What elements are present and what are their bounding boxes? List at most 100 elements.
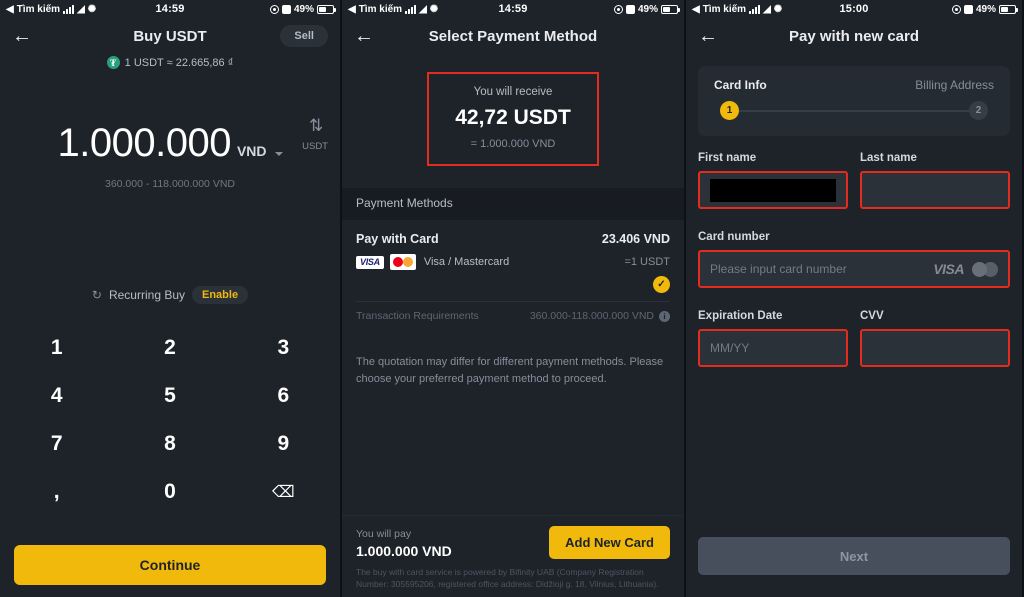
first-name-input[interactable] bbox=[698, 171, 848, 209]
method-unit-price: =1 USDT bbox=[624, 256, 670, 268]
signal-bars-icon bbox=[405, 4, 417, 14]
payment-method-card[interactable]: Pay with Card 23.406 VND VISA Visa / Mas… bbox=[342, 220, 684, 338]
back-button[interactable]: ← bbox=[354, 26, 378, 46]
visa-icon: VISA bbox=[933, 261, 964, 277]
chevron-down-icon[interactable] bbox=[274, 152, 283, 156]
last-name-field-group: Last name bbox=[860, 152, 1010, 209]
battery-percent: 49% bbox=[294, 3, 315, 15]
panel-pay-with-new-card: ◀ Tìm kiếm ◢ ✺ 15:00 49% ← Pay with new … bbox=[686, 0, 1022, 597]
key-1[interactable]: 1 bbox=[0, 324, 113, 372]
receive-annotation-wrap: You will receive 42,72 USDT = 1.000.000 … bbox=[342, 72, 684, 166]
sell-button[interactable]: Sell bbox=[280, 25, 328, 47]
keypad-row: 4 5 6 bbox=[0, 372, 340, 420]
amount-block: ⇅ USDT 1.000.000 VND 360.000 - 118.000.0… bbox=[0, 117, 340, 190]
amount-currency: VND bbox=[236, 143, 267, 159]
navbar-new-card: ← Pay with new card bbox=[686, 18, 1022, 54]
step-labels: Card Info Billing Address bbox=[714, 78, 994, 92]
step-track: 1 2 bbox=[714, 101, 994, 120]
method-name: Pay with Card bbox=[356, 232, 439, 246]
card-number-input[interactable]: Please input card number VISA bbox=[698, 250, 1010, 288]
key-8[interactable]: 8 bbox=[113, 420, 226, 468]
key-3[interactable]: 3 bbox=[227, 324, 340, 372]
payment-methods-header: Payment Methods bbox=[342, 188, 684, 220]
sync-icon: ✺ bbox=[429, 3, 439, 15]
recurring-buy-row: ↻ Recurring Buy Enable bbox=[0, 286, 340, 304]
status-bar-left: ◀ Tìm kiếm ◢ ✺ bbox=[6, 4, 155, 15]
alarm-icon bbox=[282, 4, 291, 14]
amount-value: 1.000.000 bbox=[57, 121, 231, 165]
first-name-label: First name bbox=[698, 152, 757, 164]
numeric-keypad: 1 2 3 4 5 6 7 8 9 , 0 ⌫ bbox=[0, 324, 340, 516]
card-brand-icons: VISA bbox=[933, 261, 998, 277]
key-4[interactable]: 4 bbox=[0, 372, 113, 420]
status-bar: ◀ Tìm kiếm ◢ ✺ 14:59 49% bbox=[0, 0, 340, 18]
navbar-payment: ← Select Payment Method bbox=[342, 18, 684, 54]
status-bar-left: ◀ Tìm kiếm ◢ ✺ bbox=[348, 4, 498, 15]
method-mid-row: VISA Visa / Mastercard =1 USDT bbox=[356, 254, 670, 270]
signal-bars-icon bbox=[63, 4, 75, 14]
amount-range-hint: 360.000 - 118.000.000 VND bbox=[105, 178, 235, 190]
expiration-field-group: Expiration Date MM/YY bbox=[698, 310, 848, 367]
you-will-receive-box: You will receive 42,72 USDT = 1.000.000 … bbox=[427, 72, 599, 166]
clock: 14:59 bbox=[498, 3, 528, 15]
info-icon[interactable]: i bbox=[659, 310, 670, 322]
battery-icon bbox=[317, 4, 337, 14]
key-0[interactable]: 0 bbox=[113, 468, 226, 516]
step-dot-2: 2 bbox=[969, 101, 988, 120]
enable-recurring-button[interactable]: Enable bbox=[192, 286, 249, 304]
keypad-row: , 0 ⌫ bbox=[0, 468, 340, 516]
step-label-billing-address: Billing Address bbox=[915, 78, 994, 92]
visa-icon: VISA bbox=[356, 255, 384, 269]
sync-icon: ✺ bbox=[773, 3, 783, 15]
battery-percent: 49% bbox=[638, 3, 659, 15]
page-title: Select Payment Method bbox=[428, 27, 598, 45]
name-fields-row: First name Last name bbox=[698, 152, 1010, 209]
wifi-icon: ◢ bbox=[419, 3, 427, 15]
status-bar-right: 49% bbox=[869, 4, 1019, 15]
first-name-field-group: First name bbox=[698, 152, 848, 209]
cvv-input[interactable] bbox=[860, 329, 1010, 367]
panel-select-payment-method: ◀ Tìm kiếm ◢ ✺ 14:59 49% ← Select Paymen… bbox=[340, 0, 686, 597]
last-name-input[interactable] bbox=[860, 171, 1010, 209]
key-9[interactable]: 9 bbox=[227, 420, 340, 468]
receive-label: You will receive bbox=[473, 86, 553, 98]
back-arrow-icon: ◀ bbox=[348, 3, 356, 15]
requirements-right: 360.000-118.000.000 VND i bbox=[530, 310, 670, 322]
refresh-clock-icon: ↻ bbox=[91, 288, 102, 302]
back-button[interactable]: ← bbox=[12, 26, 36, 46]
card-form: First name Last name Card number Please … bbox=[686, 136, 1022, 367]
status-bar-right: 49% bbox=[185, 3, 337, 15]
expiration-label: Expiration Date bbox=[698, 310, 783, 322]
cvv-label: CVV bbox=[860, 310, 884, 322]
key-7[interactable]: 7 bbox=[0, 420, 113, 468]
keypad-row: 1 2 3 bbox=[0, 324, 340, 372]
wifi-icon: ◢ bbox=[77, 3, 85, 15]
back-arrow-icon: ◀ bbox=[692, 3, 700, 15]
alarm-icon bbox=[964, 4, 973, 14]
card-brand-group: VISA Visa / Mastercard bbox=[356, 254, 509, 270]
add-new-card-button[interactable]: Add New Card bbox=[549, 525, 670, 559]
key-2[interactable]: 2 bbox=[113, 324, 226, 372]
next-button[interactable]: Next bbox=[698, 537, 1010, 575]
requirements-value: 360.000-118.000.000 VND bbox=[529, 310, 654, 322]
battery-icon bbox=[661, 4, 681, 14]
usdt-coin-icon: ₮ bbox=[106, 56, 120, 69]
swap-currency-button[interactable]: ⇅ USDT bbox=[302, 117, 328, 152]
swap-arrows-icon: ⇅ bbox=[308, 116, 323, 135]
mastercard-icon bbox=[389, 254, 416, 270]
amount-input[interactable]: 1.000.000 VND bbox=[22, 121, 318, 166]
continue-button[interactable]: Continue bbox=[14, 545, 326, 585]
sync-icon: ✺ bbox=[87, 3, 97, 15]
pay-summary: You will pay 1.000.000 VND bbox=[356, 528, 452, 559]
status-bar: ◀ Tìm kiếm ◢ ✺ 14:59 49% bbox=[342, 0, 684, 18]
key-comma[interactable]: , bbox=[0, 468, 113, 516]
step-connector bbox=[739, 109, 969, 112]
backspace-icon[interactable]: ⌫ bbox=[227, 468, 340, 516]
key-5[interactable]: 5 bbox=[113, 372, 226, 420]
carrier-label: Tìm kiếm bbox=[16, 3, 61, 15]
expiration-input[interactable]: MM/YY bbox=[698, 329, 848, 367]
back-arrow-icon: ◀ bbox=[6, 3, 14, 15]
key-6[interactable]: 6 bbox=[227, 372, 340, 420]
back-button[interactable]: ← bbox=[698, 26, 722, 46]
redaction-block bbox=[710, 178, 836, 202]
